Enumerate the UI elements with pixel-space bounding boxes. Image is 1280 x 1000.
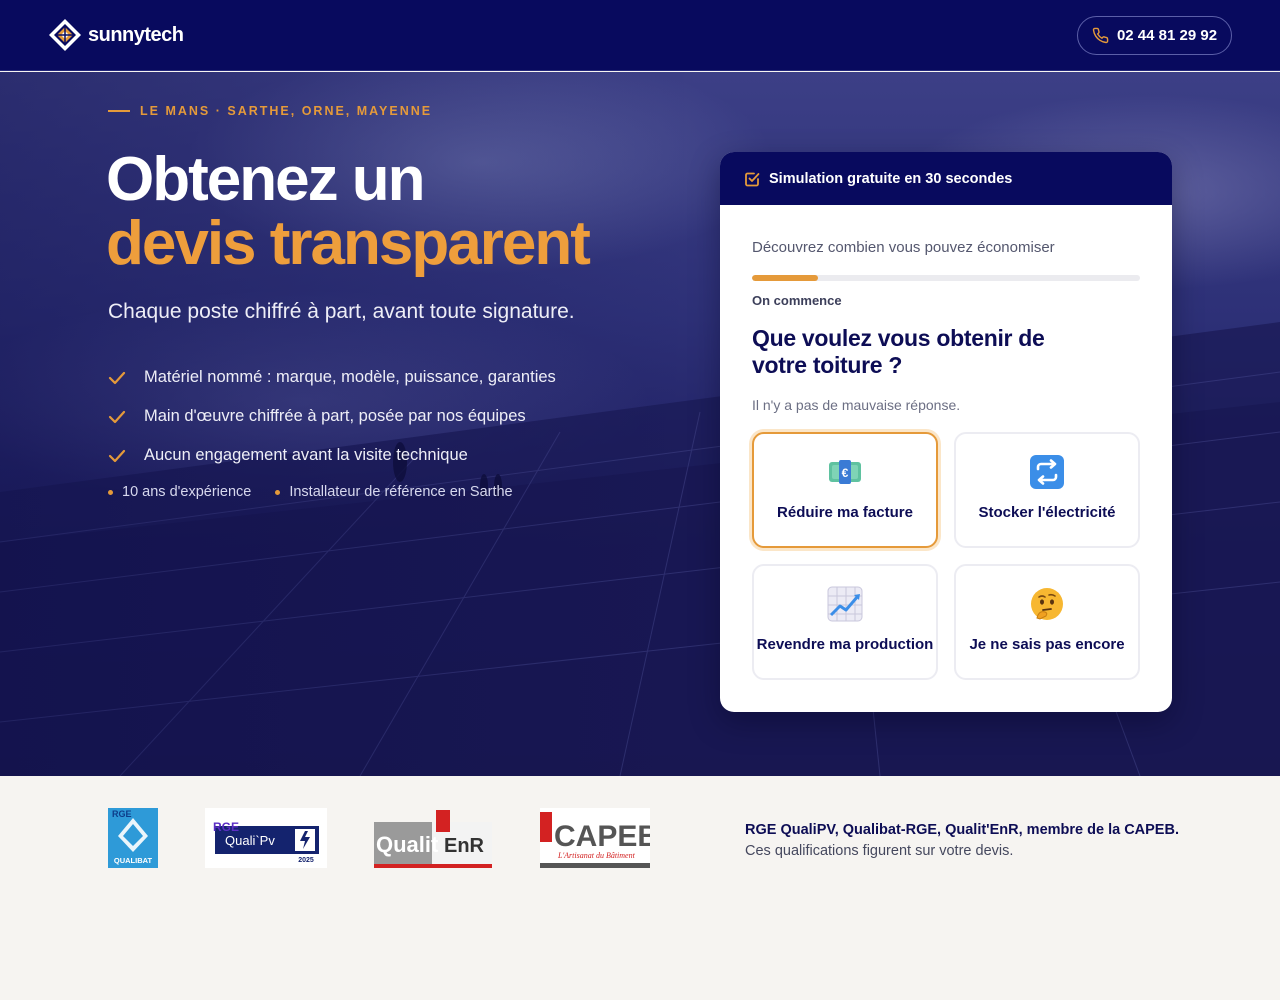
money-icon: € [829, 460, 861, 484]
check-icon [108, 410, 126, 423]
qualitenr-label2: EnR [444, 835, 485, 857]
progress-bar [752, 275, 1140, 281]
option-label: Stocker l'électricité [978, 504, 1116, 521]
benefit-item: Matériel nommé : marque, modèle, puissan… [108, 358, 556, 397]
eyebrow-dash [108, 110, 130, 112]
progress-fill [752, 275, 818, 281]
logo-icon [49, 19, 81, 51]
check-icon [108, 449, 126, 462]
chart-increasing-icon [827, 586, 863, 622]
qualipv-label: Quali`Pv [225, 833, 275, 848]
benefits-list: Matériel nommé : marque, modèle, puissan… [108, 358, 556, 475]
option-label: Revendre ma production [756, 636, 934, 653]
hero-title-line1: Obtenez un [106, 145, 426, 214]
site-header: sunnytech 02 44 81 29 92 [0, 0, 1280, 71]
capeb-label: CAPEB [554, 820, 650, 853]
certifications-text: RGE QualiPV, Qualibat-RGE, Qualit'EnR, m… [745, 820, 1179, 862]
benefit-item: Main d'œuvre chiffrée à part, posée par … [108, 397, 556, 436]
simulation-card: Simulation gratuite en 30 secondes Décou… [720, 152, 1172, 712]
thinking-face-icon [1031, 588, 1063, 620]
phone-button[interactable]: 02 44 81 29 92 [1077, 16, 1232, 55]
checkbox-icon [745, 172, 760, 186]
capeb-badge: CAPEB L'Artisanat du Bâtiment [540, 808, 650, 868]
hero-section: LE MANS · SARTHE, ORNE, MAYENNE Obtenez … [0, 72, 1280, 776]
qualibat-top-text: RGE [112, 809, 132, 819]
phone-icon [1092, 27, 1109, 44]
meta-text: Installateur de référence en Sarthe [289, 484, 513, 500]
option-label: Réduire ma facture [777, 504, 913, 521]
certifications-note: Ces qualifications figurent sur votre de… [745, 843, 1014, 859]
option-not-sure[interactable]: Je ne sais pas encore [954, 564, 1140, 680]
bullet-dot [275, 489, 281, 495]
card-header: Simulation gratuite en 30 secondes [720, 152, 1172, 205]
qualitenr-label: Qualit [376, 832, 439, 857]
option-reduce-bill[interactable]: € Réduire ma facture [752, 432, 938, 548]
meta-text: 10 ans d'expérience [122, 484, 252, 500]
hero-title-line2: devis transparent [106, 209, 591, 278]
meta-item: Installateur de référence en Sarthe [275, 484, 513, 500]
option-label: Je ne sais pas encore [969, 636, 1125, 653]
qualibat-bottom-text: QUALIBAT [114, 856, 153, 865]
brand-name: sunnytech [88, 23, 184, 46]
qualitenr-badge: Qualit EnR [374, 810, 492, 868]
certifications-section: RGE QUALIBAT RGE Quali`Pv 2025 Qualit En… [0, 776, 1280, 1000]
phone-number: 02 44 81 29 92 [1116, 27, 1218, 44]
benefit-item: Aucun engagement avant la visite techniq… [108, 436, 556, 475]
certifications-strong: RGE QualiPV, Qualibat-RGE, Qualit'EnR, m… [745, 822, 1179, 838]
option-store-electricity[interactable]: Stocker l'électricité [954, 432, 1140, 548]
qualibat-rge-badge: RGE QUALIBAT [108, 808, 158, 868]
bullet-dot [108, 489, 113, 495]
svg-text:€: € [842, 466, 849, 480]
qualipv-year: 2025 [298, 857, 314, 864]
option-sell-production[interactable]: Revendre ma production [752, 564, 938, 680]
card-header-text: Simulation gratuite en 30 secondes [769, 170, 1013, 187]
hero-subtitle: Chaque poste chiffré à part, avant toute… [108, 300, 575, 323]
question-hint: Il n'y a pas de mauvaise réponse. [752, 397, 961, 413]
meta-item: 10 ans d'expérience [108, 484, 251, 500]
discover-text: Découvrez combien vous pouvez économiser [752, 239, 1055, 256]
benefit-text: Main d'œuvre chiffrée à part, posée par … [144, 407, 526, 425]
hero-meta: 10 ans d'expérience Installateur de réfé… [108, 484, 513, 500]
repeat-icon [1030, 455, 1064, 489]
benefit-text: Matériel nommé : marque, modèle, puissan… [144, 368, 556, 386]
location-eyebrow: LE MANS · SARTHE, ORNE, MAYENNE [108, 104, 432, 118]
eyebrow-text: LE MANS · SARTHE, ORNE, MAYENNE [140, 104, 433, 118]
step-label: On commence [752, 293, 842, 308]
check-icon [108, 371, 126, 384]
logo[interactable]: sunnytech [48, 18, 184, 52]
benefit-text: Aucun engagement avant la visite techniq… [144, 446, 468, 464]
question-title: Que voulez vous obtenir de votre toiture… [752, 325, 1045, 378]
capeb-tagline: L'Artisanat du Bâtiment [557, 851, 636, 860]
qualipv-top-text: RGE [213, 820, 239, 834]
qualipv-rge-badge: RGE Quali`Pv 2025 [205, 808, 327, 868]
